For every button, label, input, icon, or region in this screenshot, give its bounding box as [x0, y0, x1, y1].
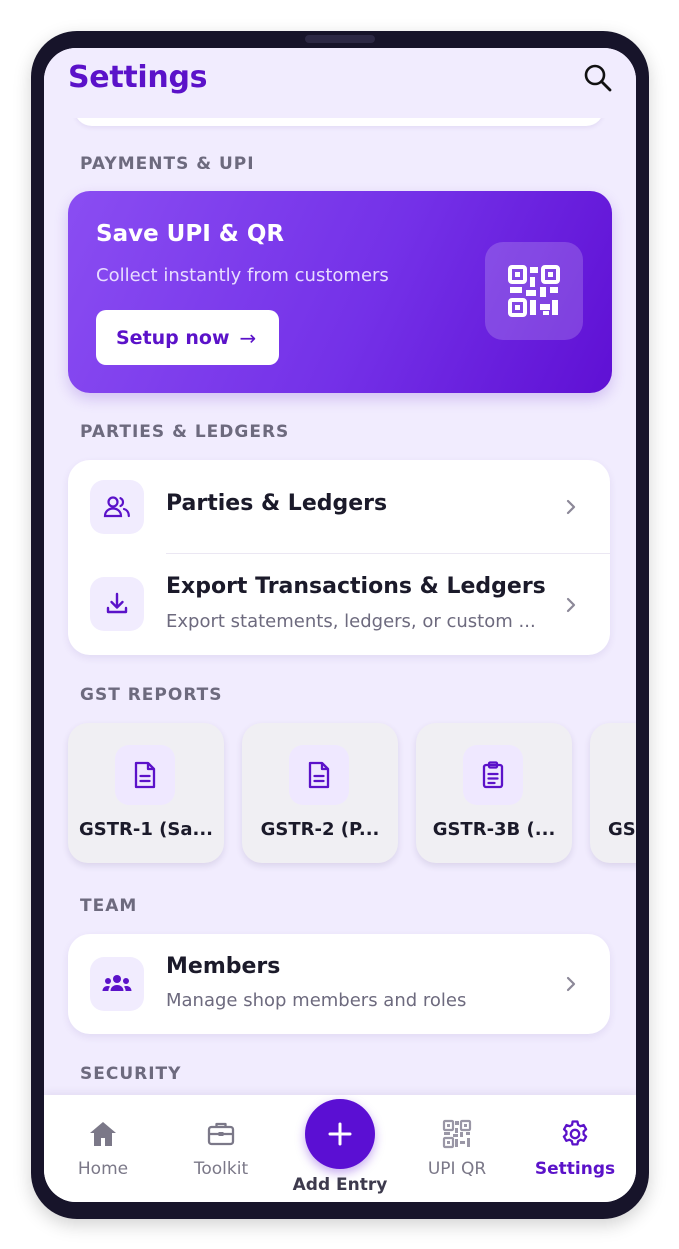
home-icon [90, 1122, 116, 1146]
gear-icon [562, 1120, 588, 1146]
phone-frame: Settings PAYMENTS & UPI Save UPI & QR Co… [31, 31, 649, 1219]
team-card: Members Manage shop members and roles [68, 934, 610, 1034]
speaker-notch [305, 35, 375, 43]
clipboard-icon [482, 761, 504, 789]
row-icon-tile [90, 957, 144, 1011]
upi-banner-title: Save UPI & QR [96, 221, 285, 247]
section-label-payments: PAYMENTS & UPI [80, 154, 255, 174]
nav-home[interactable]: Home [48, 1095, 158, 1202]
arrow-right-icon: → [239, 325, 257, 350]
users-icon [103, 496, 130, 518]
gst-reports-carousel[interactable]: GSTR-1 (Sa... GSTR-2 (P... GSTR-3B (... … [68, 723, 636, 863]
team-icon [102, 975, 132, 991]
chevron-right-icon [566, 597, 576, 613]
gst-card-label: GSTR-1 (Sa... [79, 819, 213, 840]
list-item-export-transactions[interactable]: Export Transactions & Ledgers Export sta… [68, 554, 610, 655]
chevron-right-icon [566, 976, 576, 992]
chevron-right-icon [566, 499, 576, 515]
app-header: Settings [44, 48, 636, 118]
parties-card: Parties & Ledgers Export Transactions & … [68, 460, 610, 655]
doc-tile [115, 745, 175, 805]
section-label-security: SECURITY [80, 1064, 182, 1084]
row-icon-tile [90, 480, 144, 534]
list-item-parties-ledgers[interactable]: Parties & Ledgers [68, 460, 610, 553]
row-title: Parties & Ledgers [166, 491, 388, 516]
row-subtitle: Manage shop members and roles [166, 990, 467, 1011]
list-item-members[interactable]: Members Manage shop members and roles [68, 934, 610, 1034]
section-label-team: TEAM [80, 896, 138, 916]
app-screen: Settings PAYMENTS & UPI Save UPI & QR Co… [44, 48, 636, 1202]
qr-icon [442, 1119, 472, 1149]
doc-tile [463, 745, 523, 805]
nav-upi-qr[interactable]: UPI QR [402, 1095, 512, 1202]
row-title: Export Transactions & Ledgers [166, 574, 546, 599]
setup-now-label: Setup now [116, 326, 230, 349]
gst-card-gstr2[interactable]: GSTR-2 (P... [242, 723, 398, 863]
qr-code-icon [508, 265, 560, 317]
gst-card-gstr1[interactable]: GSTR-1 (Sa... [68, 723, 224, 863]
nav-label: UPI QR [427, 1159, 487, 1179]
add-entry-label: Add Entry [292, 1175, 388, 1195]
gst-card-label: GSTR-3B (... [432, 819, 556, 840]
row-title: Members [166, 954, 281, 979]
row-subtitle: Export statements, ledgers, or custom ..… [166, 611, 536, 632]
row-icon-tile [90, 577, 144, 631]
gst-card-gstr3b[interactable]: GSTR-3B (... [416, 723, 572, 863]
upi-banner-subtitle: Collect instantly from customers [96, 265, 389, 286]
nav-label: Settings [534, 1159, 616, 1179]
gst-card-partial[interactable]: GS [590, 723, 636, 863]
nav-settings[interactable]: Settings [520, 1095, 630, 1202]
gst-card-label: GS [608, 819, 636, 840]
plus-icon [328, 1122, 352, 1146]
download-icon [106, 592, 128, 614]
qr-code-tile [485, 242, 583, 340]
bottom-navigation: Home Toolkit Add Entry UPI QR Settings [44, 1095, 636, 1202]
page-title: Settings [68, 60, 208, 95]
add-entry-button[interactable] [305, 1099, 375, 1169]
document-icon [308, 761, 330, 789]
section-label-parties: PARTIES & LEDGERS [80, 422, 290, 442]
nav-label: Toolkit [193, 1159, 249, 1179]
search-icon[interactable] [582, 62, 614, 94]
upi-banner[interactable]: Save UPI & QR Collect instantly from cus… [68, 191, 612, 393]
section-label-gst: GST REPORTS [80, 685, 223, 705]
document-icon [134, 761, 156, 789]
gst-card-label: GSTR-2 (P... [260, 819, 380, 840]
briefcase-icon [207, 1122, 235, 1146]
doc-tile [289, 745, 349, 805]
nav-toolkit[interactable]: Toolkit [166, 1095, 276, 1202]
setup-now-button[interactable]: Setup now → [96, 310, 279, 365]
nav-label: Home [77, 1159, 129, 1179]
